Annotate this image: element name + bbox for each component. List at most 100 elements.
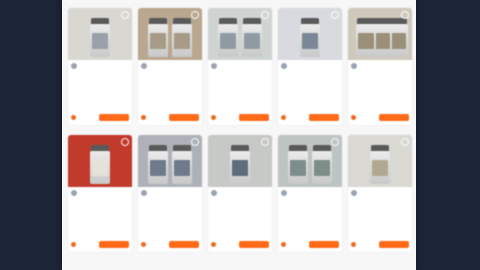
product-thumbnail[interactable] xyxy=(138,8,202,60)
product-thumbnail[interactable] xyxy=(68,8,132,60)
jar-label xyxy=(390,33,406,49)
heart-icon[interactable] xyxy=(121,11,129,19)
product-thumbnail[interactable] xyxy=(208,8,272,60)
buy-button[interactable] xyxy=(379,114,409,121)
product-thumbnail[interactable] xyxy=(278,8,342,60)
product-subtitle xyxy=(281,81,339,86)
avatar[interactable] xyxy=(211,63,217,69)
product-title[interactable] xyxy=(141,198,199,207)
product-title[interactable] xyxy=(281,198,339,207)
avatar[interactable] xyxy=(141,63,147,69)
product-description xyxy=(141,215,199,239)
card-footer xyxy=(281,114,339,121)
product-jar-icon xyxy=(90,18,110,57)
avatar[interactable] xyxy=(351,63,357,69)
product-card-1[interactable] xyxy=(68,8,132,125)
heart-icon[interactable] xyxy=(331,11,339,19)
product-thumbnail[interactable] xyxy=(68,135,132,187)
card-footer xyxy=(351,241,409,248)
jar-label xyxy=(150,160,166,176)
product-thumbnail[interactable] xyxy=(348,8,412,60)
buy-button[interactable] xyxy=(239,241,269,248)
store-icon xyxy=(71,115,76,120)
store-icon xyxy=(141,242,146,247)
marketplace-window xyxy=(62,0,416,270)
jar-label xyxy=(358,33,374,49)
product-title[interactable] xyxy=(71,71,129,80)
buy-button[interactable] xyxy=(99,241,129,248)
seller-row xyxy=(351,63,409,69)
seller-row xyxy=(71,63,129,69)
product-jar-icon xyxy=(356,18,376,57)
jar-label xyxy=(374,33,390,49)
product-description xyxy=(71,88,129,112)
jar-label xyxy=(290,160,306,176)
avatar[interactable] xyxy=(281,63,287,69)
product-description xyxy=(281,215,339,239)
product-card-6[interactable] xyxy=(68,135,132,252)
product-card-8[interactable] xyxy=(208,135,272,252)
product-jar-icon xyxy=(148,145,168,184)
product-thumbnail[interactable] xyxy=(138,135,202,187)
product-description xyxy=(141,88,199,112)
buy-button[interactable] xyxy=(99,114,129,121)
heart-icon[interactable] xyxy=(331,138,339,146)
product-card-2[interactable] xyxy=(138,8,202,125)
store-icon xyxy=(351,115,356,120)
avatar[interactable] xyxy=(211,190,217,196)
product-thumbnail[interactable] xyxy=(278,135,342,187)
card-footer xyxy=(281,241,339,248)
jar-label xyxy=(92,33,108,49)
store-icon xyxy=(281,242,286,247)
product-description xyxy=(71,215,129,239)
buy-button[interactable] xyxy=(239,114,269,121)
product-card-5[interactable] xyxy=(348,8,412,125)
product-card-3[interactable] xyxy=(208,8,272,125)
heart-icon[interactable] xyxy=(261,138,269,146)
buy-button[interactable] xyxy=(309,114,339,121)
product-subtitle xyxy=(351,208,409,213)
card-footer xyxy=(141,241,199,248)
product-jar-icon xyxy=(172,145,192,184)
product-title[interactable] xyxy=(211,71,269,80)
card-footer xyxy=(351,114,409,121)
card-footer xyxy=(71,241,129,248)
heart-icon[interactable] xyxy=(121,138,129,146)
product-title[interactable] xyxy=(71,198,129,207)
product-description xyxy=(211,215,269,239)
heart-icon[interactable] xyxy=(191,138,199,146)
seller-row xyxy=(141,190,199,196)
seller-row xyxy=(211,63,269,69)
buy-button[interactable] xyxy=(169,241,199,248)
product-title[interactable] xyxy=(351,198,409,207)
product-thumbnail[interactable] xyxy=(348,135,412,187)
seller-row xyxy=(211,190,269,196)
buy-button[interactable] xyxy=(309,241,339,248)
product-card-7[interactable] xyxy=(138,135,202,252)
heart-icon[interactable] xyxy=(191,11,199,19)
jar-label xyxy=(314,160,330,176)
store-icon xyxy=(211,115,216,120)
seller-row xyxy=(281,190,339,196)
avatar[interactable] xyxy=(71,63,77,69)
product-title[interactable] xyxy=(141,71,199,80)
heart-icon[interactable] xyxy=(401,11,409,19)
avatar[interactable] xyxy=(71,190,77,196)
avatar[interactable] xyxy=(281,190,287,196)
heart-icon[interactable] xyxy=(401,138,409,146)
product-card-4[interactable] xyxy=(278,8,342,125)
product-card-9[interactable] xyxy=(278,135,342,252)
product-thumbnail[interactable] xyxy=(208,135,272,187)
product-card-10[interactable] xyxy=(348,135,412,252)
heart-icon[interactable] xyxy=(261,11,269,19)
avatar[interactable] xyxy=(351,190,357,196)
product-grid xyxy=(68,8,412,252)
avatar[interactable] xyxy=(141,190,147,196)
product-title[interactable] xyxy=(281,71,339,80)
product-subtitle xyxy=(141,81,199,86)
product-title[interactable] xyxy=(351,71,409,80)
buy-button[interactable] xyxy=(169,114,199,121)
buy-button[interactable] xyxy=(379,241,409,248)
card-footer xyxy=(141,114,199,121)
product-title[interactable] xyxy=(211,198,269,207)
